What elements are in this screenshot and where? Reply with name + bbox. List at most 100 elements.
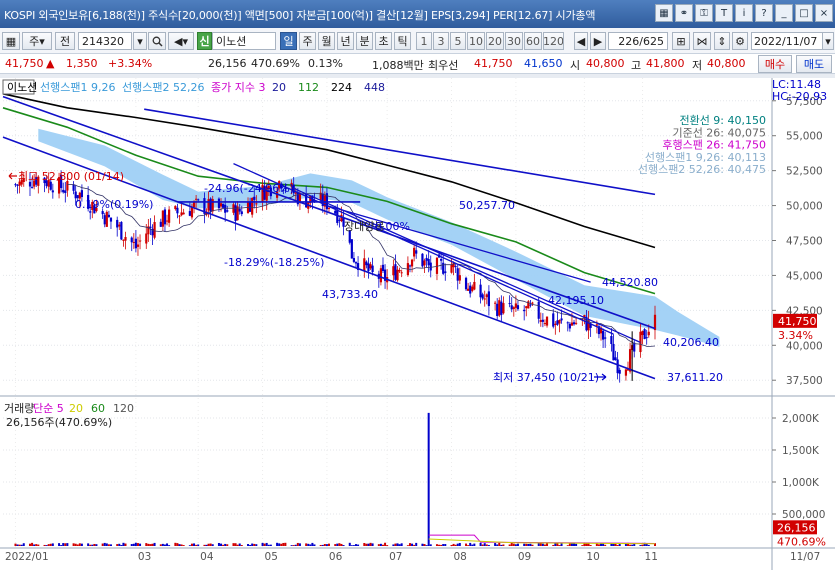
volume-bar: [118, 543, 121, 546]
candle-body: [338, 219, 341, 221]
price-volume-chart[interactable]: 57,50055,00052,50050,00047,50045,00042,5…: [0, 78, 835, 570]
volume-bar: [408, 543, 411, 546]
candle-body: [116, 219, 119, 228]
code-dropdown-icon[interactable]: ▾: [133, 32, 147, 50]
candle-body: [572, 322, 576, 325]
candle-body: [222, 204, 225, 208]
volume-bar: [616, 545, 619, 546]
candle-body: [508, 303, 511, 305]
volume-bar: [381, 544, 384, 546]
settings-icon[interactable]: ⚙: [732, 32, 748, 50]
candle-body: [514, 303, 517, 308]
interval-button-30[interactable]: 30: [505, 32, 523, 50]
volume-bar: [467, 545, 470, 546]
candle-body: [161, 210, 164, 227]
interval-button-3[interactable]: 3: [433, 32, 449, 50]
volume-bar: [558, 545, 561, 546]
period-tab-2[interactable]: 월: [318, 32, 335, 50]
sell-button[interactable]: 매도: [796, 55, 832, 73]
price-tick-label: 52,500: [786, 166, 823, 178]
volume-bar: [494, 543, 497, 546]
period-tab-4[interactable]: 분: [356, 32, 373, 50]
volume-bar: [396, 543, 399, 546]
annotation-pct-019: 0.19%(0.19%): [75, 198, 153, 211]
volume-bar: [60, 545, 63, 546]
interval-button-5[interactable]: 5: [450, 32, 466, 50]
volume-bar: [276, 542, 279, 546]
volume-bar: [22, 543, 25, 546]
volume-bar: [220, 543, 223, 546]
date-field[interactable]: 2022/11/07: [751, 32, 823, 50]
volume-bar: [147, 543, 150, 546]
candle-body: [614, 357, 617, 361]
interval-button-20[interactable]: 20: [486, 32, 504, 50]
candle-body: [624, 369, 628, 376]
candle-body: [429, 262, 432, 271]
volume-bar: [188, 545, 191, 546]
volume-bar: [190, 543, 193, 546]
candle-body: [354, 262, 358, 264]
prev-button[interactable]: 전: [55, 32, 75, 50]
interval-button-60[interactable]: 60: [524, 32, 542, 50]
period-tab-0[interactable]: 일: [280, 32, 297, 50]
volume-bar: [604, 544, 607, 546]
volume-bar: [458, 542, 461, 546]
volume-bar: [483, 543, 486, 546]
add-chart-icon[interactable]: ⊞: [672, 32, 690, 50]
period-tab-5[interactable]: 초: [375, 32, 392, 50]
annotation-level-42195: 42,195.10: [548, 294, 604, 307]
candle-body: [51, 190, 54, 193]
date-dropdown-icon[interactable]: ▾: [822, 32, 834, 50]
volume-bar: [124, 543, 127, 546]
candle-body: [138, 240, 142, 242]
volume-bar: [392, 544, 395, 546]
stock-name-field[interactable]: 이노션: [212, 32, 276, 50]
scroll-left-icon[interactable]: ◀: [574, 32, 588, 50]
market-select[interactable]: 주 ▾: [22, 32, 52, 50]
buy-button[interactable]: 매수: [758, 55, 792, 73]
candle-body: [217, 198, 221, 209]
toolbar: ▦ 주 ▾ 전 214320 ▾ ◀▾ 신 이노션 ◀ ▶ 226/625 ⊞ ⋈…: [0, 28, 835, 54]
link-icon[interactable]: ⚭: [675, 4, 693, 22]
key-icon[interactable]: ⚿: [695, 4, 713, 22]
maximize-icon[interactable]: □: [795, 4, 813, 22]
volume-bar: [313, 544, 316, 546]
interval-button-10[interactable]: 10: [467, 32, 485, 50]
scale-icon[interactable]: ⇕: [714, 32, 730, 50]
candle-body: [494, 302, 497, 304]
volume-bar: [444, 544, 447, 546]
volume-bar: [89, 544, 92, 546]
period-tab-3[interactable]: 년: [337, 32, 354, 50]
interval-button-120[interactable]: 120: [543, 32, 564, 50]
volume-bar: [238, 543, 241, 546]
speaker-icon[interactable]: ◀▾: [168, 32, 194, 50]
candle-body: [224, 204, 227, 213]
info-icon[interactable]: i: [735, 4, 753, 22]
period-tab-1[interactable]: 주: [299, 32, 316, 50]
volume-note: 26,156주(470.69%): [6, 416, 112, 429]
grid-toggle-icon[interactable]: ▦: [2, 32, 20, 50]
period-tab-6[interactable]: 틱: [394, 32, 411, 50]
scroll-right-icon[interactable]: ▶: [590, 32, 606, 50]
candle-body: [483, 298, 486, 300]
stock-code-input[interactable]: 214320: [78, 32, 132, 50]
grid-icon[interactable]: ▦: [655, 4, 673, 22]
volume-bar: [265, 542, 268, 546]
minimize-icon[interactable]: _: [775, 4, 793, 22]
help-icon[interactable]: ?: [755, 4, 773, 22]
interval-button-1[interactable]: 1: [416, 32, 432, 50]
volume-bar: [575, 543, 578, 546]
candle-body: [107, 214, 110, 217]
candle-body: [89, 211, 92, 213]
candle-body: [120, 221, 123, 240]
candle-body: [122, 239, 125, 241]
search-icon[interactable]: [148, 32, 166, 50]
sticky-icon[interactable]: T: [715, 4, 733, 22]
volume-bar: [234, 543, 237, 546]
compare-icon[interactable]: ⋈: [693, 32, 711, 50]
volume-bar: [211, 544, 214, 546]
close-icon[interactable]: ×: [815, 4, 833, 22]
legend-item: 448: [364, 81, 385, 94]
bar-count-field[interactable]: 226/625: [608, 32, 668, 50]
candle-body: [523, 309, 526, 312]
